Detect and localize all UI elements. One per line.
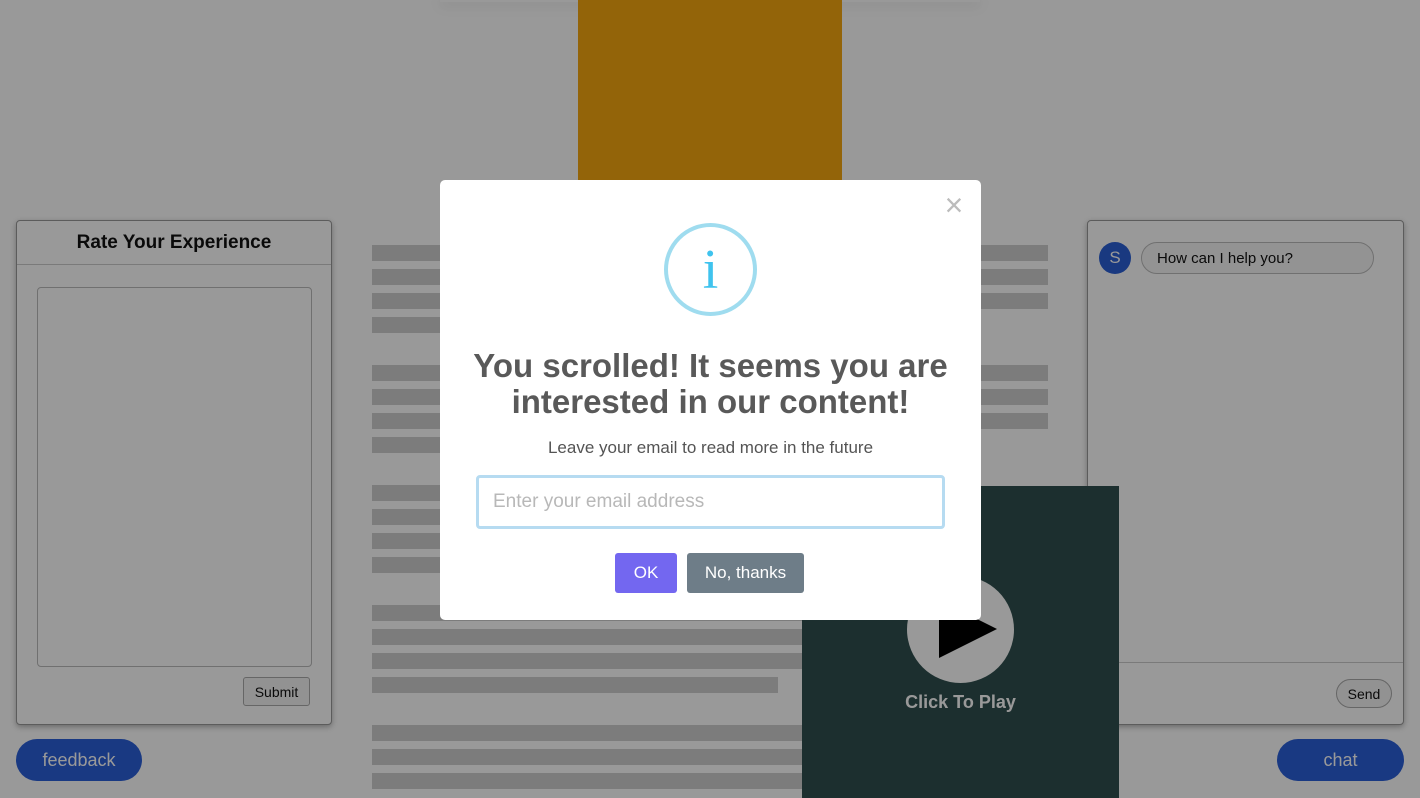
modal-title: You scrolled! It seems you are intereste…: [473, 347, 948, 420]
no-thanks-button[interactable]: No, thanks: [687, 553, 804, 593]
email-input[interactable]: [476, 475, 945, 529]
email-modal: × i You scrolled! It seems you are inter…: [440, 180, 981, 620]
modal-text: Leave your email to read more in the fut…: [547, 438, 874, 457]
info-icon: i: [664, 223, 757, 316]
close-icon[interactable]: ×: [941, 189, 967, 221]
ok-button[interactable]: OK: [615, 553, 677, 593]
